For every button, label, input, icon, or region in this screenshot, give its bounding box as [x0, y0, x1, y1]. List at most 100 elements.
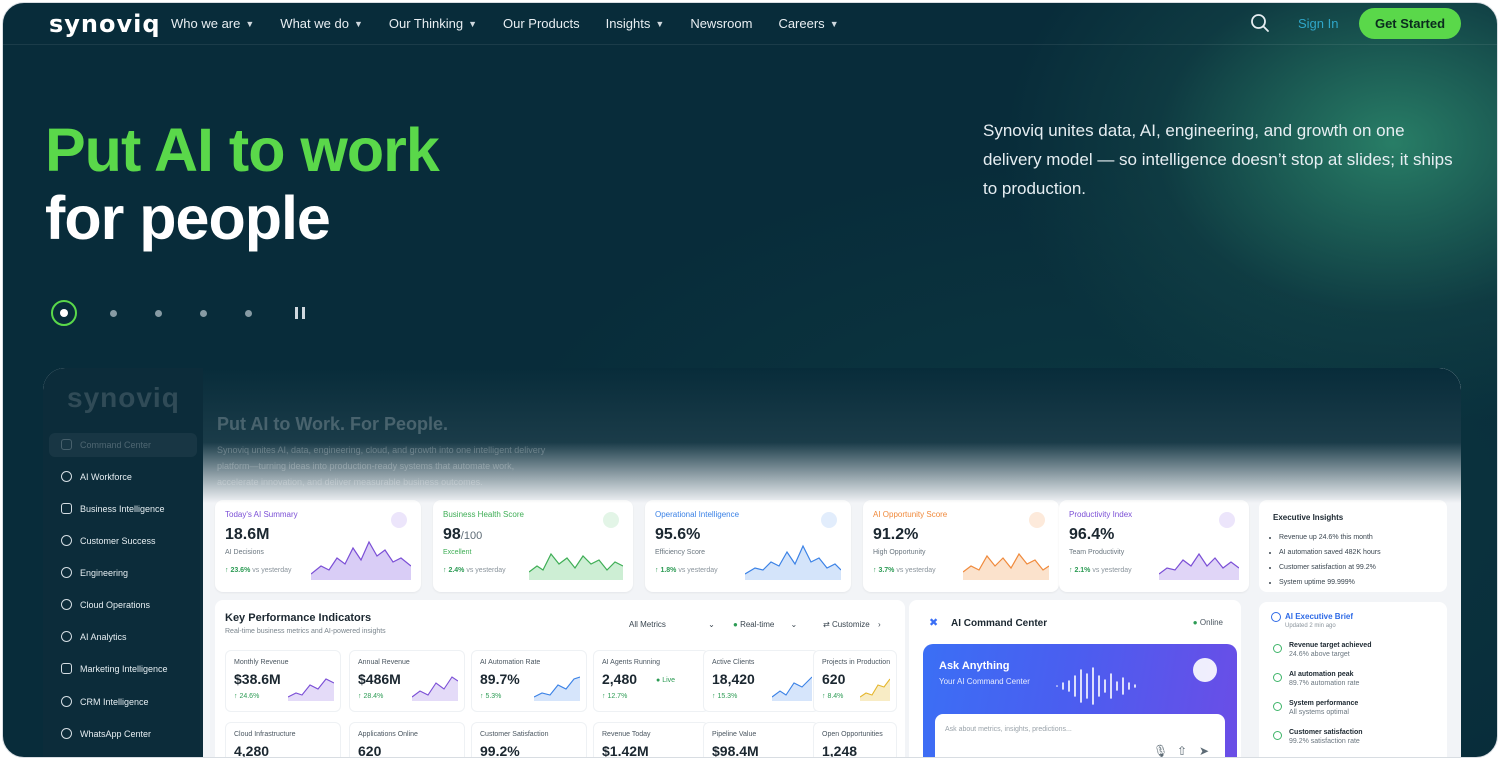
sidebar-item-label: AI Workforce	[80, 471, 132, 482]
card-sparkline	[1159, 552, 1239, 580]
kpi-label: Annual Revenue	[358, 659, 410, 666]
brief-item-title: System performance	[1289, 700, 1359, 707]
carousel-dot-active[interactable]	[51, 300, 77, 326]
ask-anything-card: Ask Anything Your AI Command Center Ask …	[923, 644, 1237, 757]
nav-newsroom[interactable]: Newsroom	[690, 16, 752, 31]
ask-input[interactable]: Ask about metrics, insights, predictions…	[935, 714, 1225, 757]
kpi-value: 4,280	[234, 743, 270, 758]
executive-insights: Executive Insights Revenue up 24.6% this…	[1259, 500, 1447, 592]
sidebar-item-command-center[interactable]: Command Center	[61, 439, 151, 450]
kpi-applications-online[interactable]: Applications Online 620	[349, 722, 465, 757]
kpi-projects-in-production[interactable]: Projects in Production 620 ↑ 8.4%	[813, 650, 897, 712]
sidebar-item-crm-intelligence[interactable]: CRM Intelligence	[61, 696, 149, 707]
card-value-number: 95.6%	[655, 526, 701, 543]
mode-select[interactable]: ● Real-time ⌄	[733, 620, 797, 629]
bar-chart-icon	[61, 503, 72, 514]
summary-card-business-health[interactable]: Business Health Score 98/100 Excellent ↑…	[433, 500, 633, 592]
kpi-value: $1.42M	[602, 743, 649, 758]
trend-note: vs yesterday	[466, 567, 506, 574]
hero-headline-line1: Put AI to work	[45, 116, 440, 184]
target-icon	[1219, 512, 1235, 528]
kpi-cloud-infrastructure[interactable]: Cloud Infrastructure 4,280	[225, 722, 341, 758]
summary-card-productivity[interactable]: Productivity Index 96.4% Team Productivi…	[1059, 500, 1249, 592]
dashboard-logo: synoviq	[67, 382, 180, 413]
sidebar-item-customer-success[interactable]: Customer Success	[61, 535, 156, 546]
card-value: 91.2%	[873, 526, 918, 544]
nav-careers[interactable]: Careers ▼	[778, 16, 838, 31]
carousel-dot[interactable]	[110, 309, 117, 317]
waveform-icon	[1056, 667, 1136, 705]
kpi-monthly-revenue[interactable]: Monthly Revenue $38.6M ↑ 24.6%	[225, 650, 341, 712]
kpi-trend: ↑ 5.3%	[480, 693, 502, 700]
ai-executive-brief: AI Executive Brief Updated 2 min ago Rev…	[1259, 602, 1447, 757]
nav-label: Our Products	[502, 16, 580, 31]
dashboard-title: Put AI to Work. For People.	[217, 414, 449, 434]
nav-insights[interactable]: Insights ▼	[606, 16, 665, 31]
kpi-ai-agents-running[interactable]: AI Agents Running 2,480 ↑ 12.7% ● Live	[593, 650, 709, 712]
card-sub: Excellent	[443, 549, 472, 556]
kpi-active-clients[interactable]: Active Clients 18,420 ↑ 15.3%	[703, 650, 819, 712]
sidebar-item-marketing-intelligence[interactable]: Marketing Intelligence	[61, 663, 168, 674]
sidebar-item-business-intelligence[interactable]: Business Intelligence	[61, 503, 165, 514]
sidebar-item-cloud-operations[interactable]: Cloud Operations	[61, 599, 150, 610]
chevron-down-icon: ▼	[353, 18, 363, 29]
kpi-sparkline	[412, 676, 458, 701]
search-icon[interactable]	[1250, 13, 1270, 33]
chat-icon	[61, 728, 72, 739]
card-sparkline	[311, 540, 411, 580]
carousel-dot[interactable]	[200, 309, 207, 317]
metrics-select[interactable]: All Metrics ⌄	[629, 620, 715, 629]
carousel-dot[interactable]	[245, 309, 252, 317]
kpi-label: Cloud Infrastructure	[234, 731, 296, 738]
kpi-customer-satisfaction[interactable]: Customer Satisfaction 99.2%	[471, 722, 587, 757]
user-icon	[61, 535, 72, 546]
kpi-pipeline-value[interactable]: Pipeline Value $98.4M	[703, 722, 819, 757]
sidebar-item-whatsapp-center[interactable]: WhatsApp Center	[61, 728, 151, 739]
sidebar-item-engineering[interactable]: Engineering	[61, 567, 128, 578]
card-sparkline	[745, 544, 841, 580]
send-icon[interactable]: ➤	[1199, 744, 1209, 757]
nav-what-we-do[interactable]: What we do ▼	[280, 16, 363, 31]
sidebar-item-ai-analytics[interactable]: AI Analytics	[61, 631, 127, 642]
get-started-button[interactable]: Get Started	[1359, 8, 1461, 39]
kpi-value: $486M	[358, 671, 401, 687]
nav-our-thinking[interactable]: Our Thinking ▼	[389, 16, 477, 31]
customize-button[interactable]: ⇄ Customize ›	[823, 620, 881, 629]
customize-label: Customize	[831, 620, 870, 629]
kpi-sparkline	[772, 676, 812, 701]
brief-item: Customer satisfaction 99.2% satisfaction …	[1289, 729, 1363, 745]
analytics-icon	[61, 631, 72, 642]
check-circle-icon	[1273, 702, 1282, 711]
kpi-ai-automation-rate[interactable]: AI Automation Rate 89.7% ↑ 5.3%	[471, 650, 587, 712]
summary-card-ai-opportunity[interactable]: AI Opportunity Score 91.2% High Opportun…	[863, 500, 1059, 592]
kpi-label: Revenue Today	[602, 731, 651, 738]
nav-label: Who we are	[171, 16, 241, 31]
assistant-icon[interactable]	[1193, 658, 1217, 682]
check-shield-icon	[603, 512, 619, 528]
kpi-revenue-today[interactable]: Revenue Today $1.42M	[593, 722, 709, 758]
summary-card-ai-summary[interactable]: Today's AI Summary 18.6M AI Decisions ↑ …	[215, 500, 421, 592]
carousel-dot[interactable]	[155, 309, 162, 317]
dashboard-sidebar: synoviq Command Center AI Workforce Busi…	[43, 368, 203, 757]
nav-who-we-are[interactable]: Who we are ▼	[171, 16, 254, 31]
logo[interactable]: synoviq	[49, 10, 161, 38]
microphone-icon[interactable]: 🎙	[1153, 744, 1168, 757]
sidebar-item-label: Engineering	[80, 567, 129, 578]
card-sub: High Opportunity	[873, 549, 926, 556]
sidebar-item-ai-workforce[interactable]: AI Workforce	[61, 471, 132, 482]
upload-icon[interactable]: ⇧	[1177, 744, 1187, 757]
summary-card-operational-intelligence[interactable]: Operational Intelligence 95.6% Efficienc…	[645, 500, 851, 592]
kpi-annual-revenue[interactable]: Annual Revenue $486M ↑ 28.4%	[349, 650, 465, 712]
chevron-down-icon: ▼	[468, 18, 477, 29]
kpi-open-opportunities[interactable]: Open Opportunities 1,248	[813, 722, 897, 757]
card-sparkline	[963, 552, 1049, 580]
kpi-value: 18,420	[712, 671, 755, 687]
logo-text: synoviq	[49, 10, 161, 38]
nav-our-products[interactable]: Our Products	[503, 16, 580, 31]
sliders-icon: ⇄	[823, 620, 830, 629]
pause-icon[interactable]	[295, 307, 305, 319]
sign-in-link[interactable]: Sign In	[1298, 16, 1338, 31]
kpi-trend: ↑ 15.3%	[712, 693, 738, 700]
card-label: Business Health Score	[443, 510, 524, 519]
chevron-right-icon: ›	[877, 620, 881, 629]
